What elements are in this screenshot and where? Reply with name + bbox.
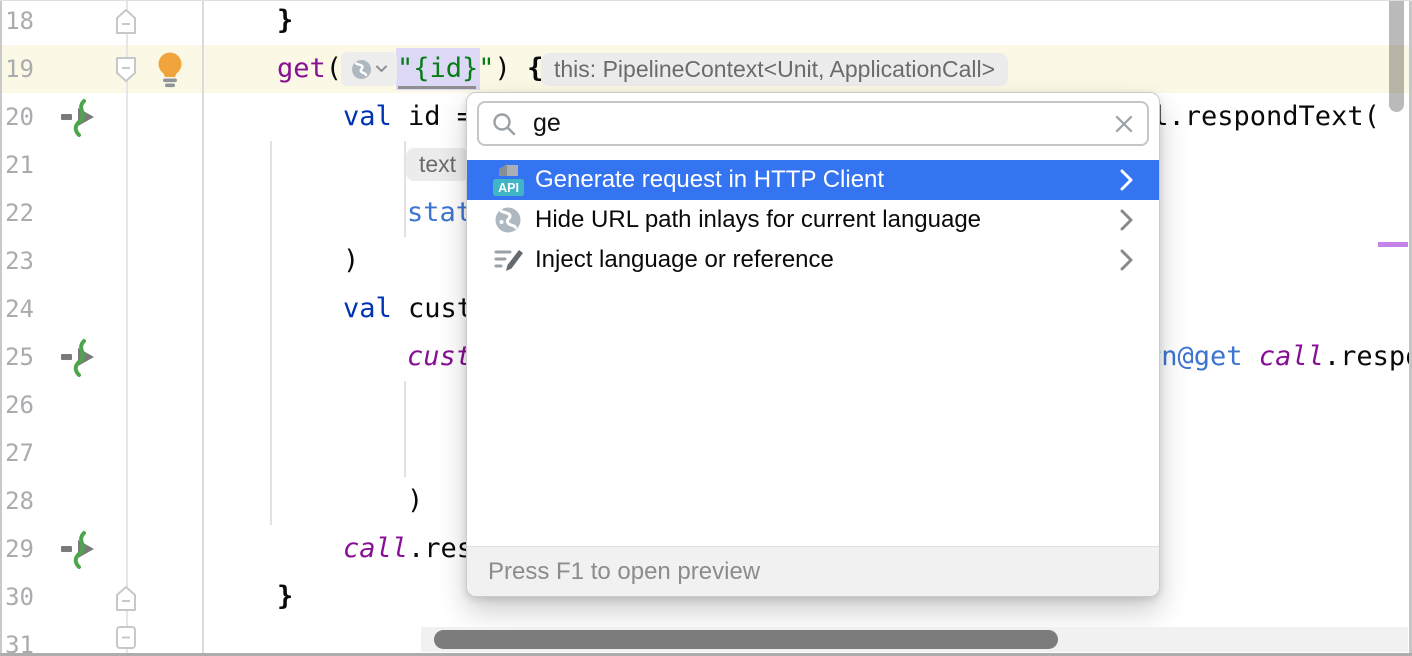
line-number: 19 xyxy=(0,45,34,93)
route-path-string: "{id}" xyxy=(397,53,495,84)
vertical-scrollbar-thumb[interactable] xyxy=(1389,0,1404,112)
error-stripe-mark xyxy=(1378,242,1408,247)
menu-item-label: Generate request in HTTP Client xyxy=(535,166,884,194)
intention-actions-popup: API Generate request in HTTP Client Hide… xyxy=(466,92,1160,597)
code-token: ) xyxy=(343,237,359,285)
fold-region-line xyxy=(126,0,128,656)
line-number: 28 xyxy=(0,477,34,525)
line-number: 26 xyxy=(0,381,34,429)
code-token: val xyxy=(343,101,392,132)
intention-menu: API Generate request in HTTP Client Hide… xyxy=(467,160,1159,280)
url-path-inlay[interactable] xyxy=(341,52,397,86)
line-number: 20 xyxy=(0,93,34,141)
menu-item-inject-language[interactable]: Inject language or reference xyxy=(467,240,1159,280)
fold-marker-icon[interactable] xyxy=(114,584,138,612)
api-http-client-icon: API xyxy=(491,162,525,198)
search-input[interactable] xyxy=(517,109,1113,138)
line-number: 23 xyxy=(0,237,34,285)
code-token: ) xyxy=(407,477,423,525)
code-token: call xyxy=(343,533,408,564)
chevron-right-icon xyxy=(1118,247,1135,273)
line-number: 21 xyxy=(0,141,34,189)
code-token: call xyxy=(1259,341,1324,372)
globe-icon xyxy=(350,58,373,81)
fold-marker-icon[interactable] xyxy=(114,624,138,652)
code-token: val xyxy=(343,293,392,324)
suspend-call-gutter-icon[interactable] xyxy=(58,97,100,139)
line-number: 18 xyxy=(0,0,34,45)
code-token: get xyxy=(277,53,326,84)
indent-guide xyxy=(270,141,272,525)
clear-search-icon[interactable] xyxy=(1113,113,1135,135)
intention-bulb-icon[interactable] xyxy=(152,50,188,90)
line-number: 29 xyxy=(0,525,34,573)
globe-icon xyxy=(491,202,525,238)
fold-marker-icon[interactable] xyxy=(114,7,138,35)
code-token: } xyxy=(277,573,293,621)
menu-item-hide-url-inlays[interactable]: Hide URL path inlays for current languag… xyxy=(467,200,1159,240)
inject-language-icon xyxy=(491,242,525,278)
search-icon xyxy=(491,111,517,137)
code-token: } xyxy=(277,0,293,45)
window-border xyxy=(0,0,2,656)
line-number: 30 xyxy=(0,573,34,621)
gutter-separator xyxy=(202,0,204,656)
popup-footer: Press F1 to open preview xyxy=(467,546,1159,596)
line-number: 24 xyxy=(0,285,34,333)
ide-editor-window: 18 19 20 21 22 23 24 25 26 27 28 29 30 3… xyxy=(0,0,1412,656)
code-token xyxy=(1243,341,1259,372)
parameter-name-inlay-hint: text xyxy=(406,148,469,181)
line-number: 25 xyxy=(0,333,34,381)
line-number: 27 xyxy=(0,429,34,477)
menu-item-label: Inject language or reference xyxy=(535,246,834,274)
svg-text:API: API xyxy=(498,181,519,195)
code-token: ll.respondText( xyxy=(1136,93,1380,141)
fold-marker-icon[interactable] xyxy=(114,56,138,84)
chevron-right-icon xyxy=(1118,167,1135,193)
horizontal-scrollbar-thumb[interactable] xyxy=(434,630,1058,649)
suspend-call-gutter-icon[interactable] xyxy=(58,529,100,571)
code-token: .respondText( xyxy=(1324,341,1412,372)
chevron-right-icon xyxy=(1118,207,1135,233)
footer-hint-text: Press F1 to open preview xyxy=(488,558,760,586)
menu-item-generate-http-request[interactable]: API Generate request in HTTP Client xyxy=(467,160,1159,200)
popup-search-field[interactable] xyxy=(477,101,1149,146)
code-token: ( xyxy=(326,53,342,84)
chevron-down-icon xyxy=(375,64,388,74)
line-number: 31 xyxy=(0,621,34,656)
url-segment-underline xyxy=(398,86,476,89)
lambda-receiver-inlay-hint: this: PipelineContext<Unit, ApplicationC… xyxy=(541,53,1008,86)
code-token: ) xyxy=(495,53,528,84)
menu-item-label: Hide URL path inlays for current languag… xyxy=(535,206,981,234)
line-number: 22 xyxy=(0,189,34,237)
indent-guide xyxy=(404,381,406,477)
suspend-call-gutter-icon[interactable] xyxy=(58,337,100,379)
window-border xyxy=(0,0,1412,1)
